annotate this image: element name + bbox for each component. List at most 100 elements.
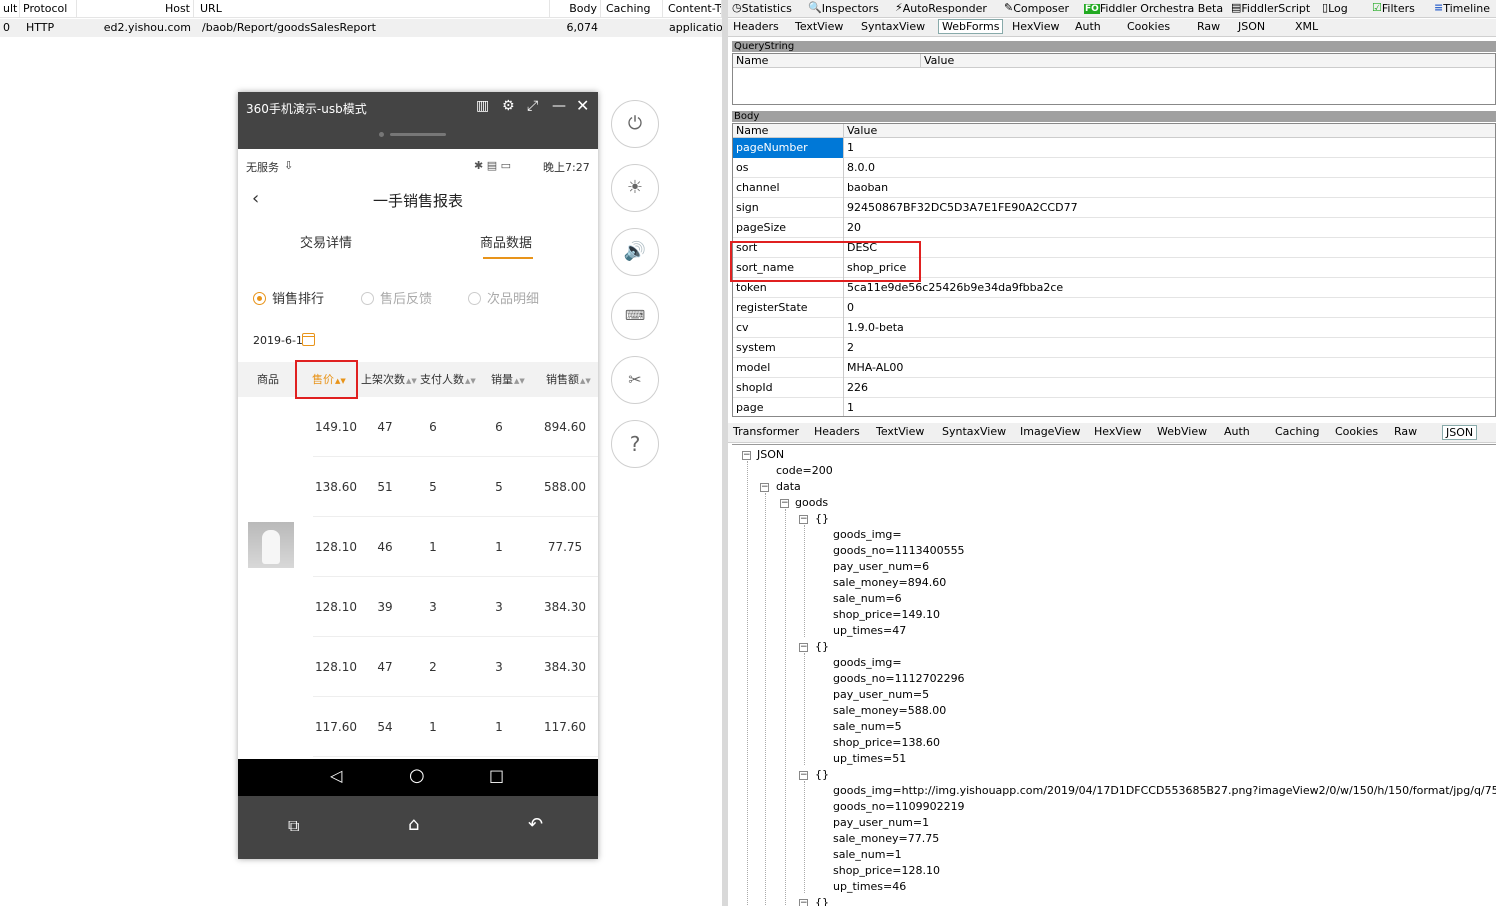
radio-defective[interactable]: 次品明细 xyxy=(468,288,539,307)
collapse-toggle-icon[interactable]: − xyxy=(799,643,808,652)
json-field[interactable]: goods_no=1112702296 xyxy=(833,672,965,686)
body-row[interactable]: registerState 0 xyxy=(733,298,1495,318)
body-row[interactable]: channel baoban xyxy=(733,178,1495,198)
table-row[interactable]: 128.10 39 3 3 384.30 xyxy=(238,577,598,637)
json-field[interactable]: sale_money=894.60 xyxy=(833,576,946,590)
nav-home-icon[interactable]: ○ xyxy=(409,765,425,786)
body-row[interactable]: sign 92450867BF32DC5D3A7E1FE90A2CCD77 xyxy=(733,198,1495,218)
body-row[interactable]: shopId 226 xyxy=(733,378,1495,398)
radio-after-sales[interactable]: 售后反馈 xyxy=(361,288,432,307)
session-row[interactable]: 0 HTTP ed2.yishou.com /baob/Report/goods… xyxy=(0,19,722,37)
json-field[interactable]: shop_price=128.10 xyxy=(833,864,940,878)
tab-composer[interactable]: ✎ Composer xyxy=(1004,1,1069,15)
json-object[interactable]: {} xyxy=(815,512,829,526)
body-key[interactable]: channel xyxy=(733,178,844,198)
fullscreen-icon[interactable]: ⤢ xyxy=(527,98,538,114)
tab-inspectors[interactable]: 🔍 Inspectors xyxy=(808,1,879,15)
table-row[interactable]: 138.60 51 5 5 588.00 xyxy=(238,457,598,517)
tab-statistics[interactable]: ◷ Statistics xyxy=(732,1,792,15)
body-value[interactable]: MHA-AL00 xyxy=(847,358,903,378)
tab-syntaxview[interactable]: SyntaxView xyxy=(861,20,925,33)
col-listings[interactable]: 上架次数▲▼ xyxy=(361,362,417,397)
col-body[interactable]: Body xyxy=(550,0,601,18)
body-key[interactable]: pageNumber xyxy=(733,138,844,158)
json-field[interactable]: pay_user_num=1 xyxy=(833,816,929,830)
col-value[interactable]: Value xyxy=(844,124,877,138)
body-value[interactable]: 20 xyxy=(847,218,861,238)
minimize-icon[interactable]: — xyxy=(552,98,566,114)
body-key[interactable]: model xyxy=(733,358,844,378)
json-field[interactable]: shop_price=149.10 xyxy=(833,608,940,622)
crop-icon[interactable]: ✂ xyxy=(611,356,659,404)
json-object[interactable]: {} xyxy=(815,640,829,654)
col-payers[interactable]: 支付人数▲▼ xyxy=(420,362,476,397)
json-field[interactable]: goods_no=1113400555 xyxy=(833,544,965,558)
tab-transaction-details[interactable]: 交易详情 xyxy=(300,232,352,251)
tab-raw[interactable]: Raw xyxy=(1197,20,1220,33)
tab-log[interactable]: ▯ Log xyxy=(1322,1,1348,15)
nav-back-icon[interactable]: ◁ xyxy=(330,766,342,785)
body-key[interactable]: cv xyxy=(733,318,844,338)
json-field[interactable]: goods_img= xyxy=(833,528,902,542)
date-picker[interactable]: 2019-6-1 xyxy=(253,334,303,347)
col-url[interactable]: URL xyxy=(197,0,550,18)
json-field[interactable]: up_times=46 xyxy=(833,880,906,894)
response-tab-syntaxview[interactable]: SyntaxView xyxy=(942,425,1006,438)
drag-handle[interactable] xyxy=(390,133,446,136)
json-object[interactable]: {} xyxy=(815,768,829,782)
response-tab-hexview[interactable]: HexView xyxy=(1094,425,1141,438)
body-key[interactable]: os xyxy=(733,158,844,178)
power-icon[interactable]: ⏻ xyxy=(611,100,659,148)
response-tab-transformer[interactable]: Transformer xyxy=(733,425,799,438)
nav-recents-icon[interactable]: □ xyxy=(489,766,504,785)
json-field[interactable]: up_times=51 xyxy=(833,752,906,766)
json-field[interactable]: goods_img=http://img.yishouapp.com/2019/… xyxy=(833,784,1496,798)
response-tab-webview[interactable]: WebView xyxy=(1157,425,1207,438)
tab-hexview[interactable]: HexView xyxy=(1012,20,1059,33)
tab-autoresponder[interactable]: ⚡ AutoResponder xyxy=(895,1,987,15)
body-value[interactable]: 226 xyxy=(847,378,868,398)
col-host[interactable]: Host xyxy=(77,0,194,18)
response-tab-imageview[interactable]: ImageView xyxy=(1020,425,1081,438)
body-row[interactable]: pageNumber 1 xyxy=(733,138,1495,158)
body-value[interactable]: 2 xyxy=(847,338,854,358)
tab-fiddlerscript[interactable]: ▤ FiddlerScript xyxy=(1231,1,1310,15)
collapse-toggle-icon[interactable]: − xyxy=(799,515,808,524)
col-value[interactable]: Value xyxy=(921,54,954,68)
col-result[interactable]: ult xyxy=(0,0,20,18)
json-field[interactable]: sale_num=5 xyxy=(833,720,902,734)
body-value[interactable]: 1 xyxy=(847,398,854,416)
body-value[interactable]: 1.9.0-beta xyxy=(847,318,904,338)
collapse-toggle-icon[interactable]: − xyxy=(799,771,808,780)
tab-headers[interactable]: Headers xyxy=(733,20,779,33)
body-row[interactable]: os 8.0.0 xyxy=(733,158,1495,178)
body-row[interactable]: pageSize 20 xyxy=(733,218,1495,238)
col-caching[interactable]: Caching xyxy=(603,0,663,18)
col-name[interactable]: Name xyxy=(733,124,844,138)
response-tab-auth[interactable]: Auth xyxy=(1224,425,1250,438)
response-tab-textview[interactable]: TextView xyxy=(876,425,924,438)
tab-timeline[interactable]: ≡ Timeline xyxy=(1434,1,1490,15)
collapse-toggle-icon[interactable]: − xyxy=(799,899,808,906)
col-protocol[interactable]: Protocol xyxy=(20,0,77,18)
json-field[interactable]: sale_money=77.75 xyxy=(833,832,939,846)
phone-window-titlebar[interactable]: 360手机演示-usb模式 ▥ ⚙ ⤢ — ✕ xyxy=(238,92,598,149)
json-data[interactable]: data xyxy=(776,480,801,494)
json-field[interactable]: pay_user_num=5 xyxy=(833,688,929,702)
table-row[interactable]: 128.10 47 2 3 384.30 xyxy=(238,637,598,697)
volume-icon[interactable]: 🔊 xyxy=(611,228,659,276)
col-name[interactable]: Name xyxy=(733,54,921,68)
body-value[interactable]: 92450867BF32DC5D3A7E1FE90A2CCD77 xyxy=(847,198,1078,218)
json-field[interactable]: shop_price=138.60 xyxy=(833,736,940,750)
brightness-icon[interactable]: ☀ xyxy=(611,164,659,212)
tab-xml[interactable]: XML xyxy=(1295,20,1318,33)
response-tab-json[interactable]: JSON xyxy=(1442,425,1478,440)
col-amount[interactable]: 销售额▲▼ xyxy=(546,362,591,397)
tab-auth[interactable]: Auth xyxy=(1075,20,1101,33)
gear-icon[interactable]: ⚙ xyxy=(502,98,515,114)
json-root[interactable]: JSON xyxy=(757,448,784,462)
json-code[interactable]: code=200 xyxy=(776,464,833,478)
table-row[interactable]: 149.10 47 6 6 894.60 xyxy=(238,397,598,457)
close-icon[interactable]: ✕ xyxy=(576,96,589,115)
response-tab-caching[interactable]: Caching xyxy=(1275,425,1319,438)
